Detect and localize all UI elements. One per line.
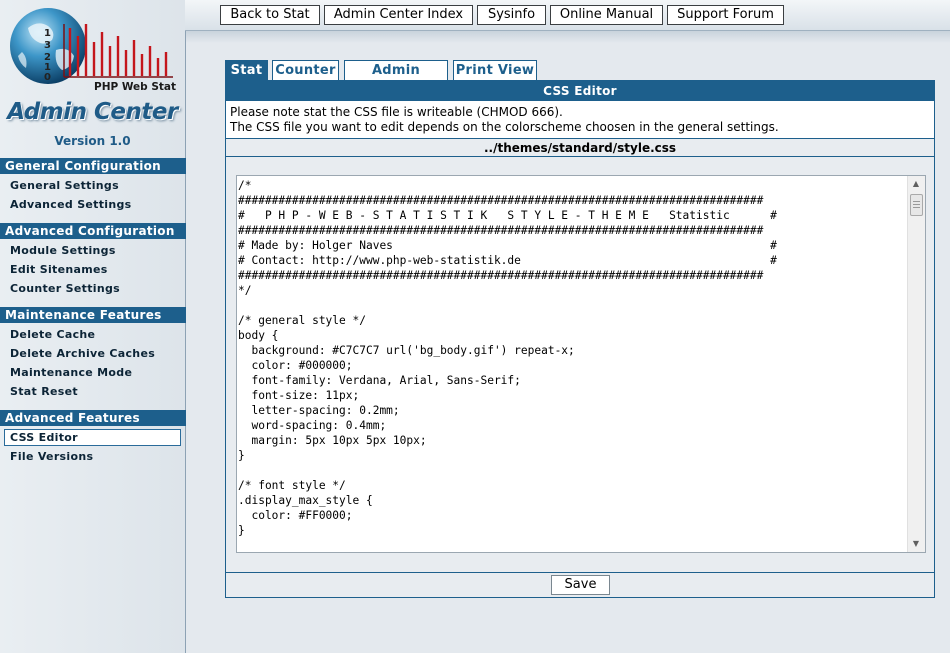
sidebar-item-counter-settings[interactable]: Counter Settings — [4, 280, 181, 297]
admin-center-title: Admin Center — [7, 99, 178, 125]
sidebar-item-delete-archive-caches[interactable]: Delete Archive Caches — [4, 345, 181, 362]
css-editor-panel: CSS Editor Please note stat the CSS file… — [225, 80, 935, 598]
code-line: body { — [238, 329, 279, 342]
editor-container: /* ######################################… — [226, 157, 934, 573]
php-web-stat-logo[interactable]: 1 3 2 1 0 PHP Web Stat — [8, 6, 178, 98]
logo-caption: PHP Web Stat — [94, 81, 176, 93]
code-line: } — [238, 449, 245, 462]
sysinfo-button[interactable]: Sysinfo — [477, 5, 546, 25]
code-line: color: #000000; — [238, 359, 353, 372]
code-line: background: #C7C7C7 url('bg_body.gif') r… — [238, 344, 575, 357]
logo-digit: 0 — [44, 72, 51, 83]
sidebar-item-module-settings[interactable]: Module Settings — [4, 242, 181, 259]
sidebar: 1 3 2 1 0 PHP Web Stat Admin Center Vers… — [0, 0, 192, 653]
code-line: word-spacing: 0.4mm; — [238, 419, 387, 432]
writeable-notice: Please note stat the CSS file is writeab… — [226, 101, 934, 139]
css-file-path: ../themes/standard/style.css — [226, 139, 934, 157]
nav-header-general-configuration: General Configuration — [0, 158, 192, 174]
editor-scrollbar[interactable]: ▲ ▼ — [907, 176, 925, 552]
code-line: # P H P - W E B - S T A T I S T I K S T … — [238, 209, 777, 222]
code-line: ########################################… — [238, 224, 764, 237]
code-line: # Contact: http://www.php-web-statistik.… — [238, 254, 777, 267]
sidebar-item-delete-cache[interactable]: Delete Cache — [4, 326, 181, 343]
code-line: # Made by: Holger Naves # — [238, 239, 777, 252]
code-line: font-family: Verdana, Arial, Sans-Serif; — [238, 374, 521, 387]
code-line: .display_max_style { — [238, 494, 373, 507]
main-top-shadow — [186, 31, 950, 43]
admin-center-index-button[interactable]: Admin Center Index — [324, 5, 473, 25]
tab-stat[interactable]: Stat — [225, 60, 268, 80]
version-label: Version 1.0 — [54, 134, 131, 148]
code-line: /* — [238, 179, 252, 192]
nav-header-advanced-configuration: Advanced Configuration — [0, 223, 192, 239]
code-line: /* general style */ — [238, 314, 366, 327]
nav-header-maintenance-features: Maintenance Features — [0, 307, 192, 323]
tab-counter[interactable]: Counter — [272, 60, 339, 80]
scroll-up-arrow-icon[interactable]: ▲ — [908, 176, 924, 192]
nav-header-advanced-features: Advanced Features — [0, 410, 192, 426]
notice-line: The CSS file you want to edit depends on… — [230, 120, 779, 134]
sidebar-item-file-versions[interactable]: File Versions — [4, 448, 181, 465]
css-code-content[interactable]: /* ######################################… — [237, 176, 907, 552]
sidebar-item-general-settings[interactable]: General Settings — [4, 177, 181, 194]
scrollbar-thumb[interactable] — [910, 194, 923, 216]
back-to-stat-button[interactable]: Back to Stat — [220, 5, 320, 25]
sidebar-item-css-editor[interactable]: CSS Editor — [4, 429, 181, 446]
panel-title: CSS Editor — [226, 81, 934, 101]
support-forum-button[interactable]: Support Forum — [667, 5, 784, 25]
notice-line: Please note stat the CSS file is writeab… — [230, 105, 563, 119]
logo-digit: 3 — [44, 40, 51, 51]
code-line: margin: 5px 10px 5px 10px; — [238, 434, 427, 447]
code-line: letter-spacing: 0.2mm; — [238, 404, 400, 417]
logo-graphic: 1 3 2 1 0 PHP Web Stat — [10, 8, 176, 93]
tab-print-view[interactable]: Print View — [453, 60, 537, 80]
code-line: ########################################… — [238, 194, 764, 207]
code-line: color: #FF0000; — [238, 509, 353, 522]
save-button[interactable]: Save — [551, 575, 610, 595]
code-line: ########################################… — [238, 269, 764, 282]
sidebar-item-edit-sitenames[interactable]: Edit Sitenames — [4, 261, 181, 278]
online-manual-button[interactable]: Online Manual — [550, 5, 663, 25]
code-line: */ — [238, 284, 252, 297]
sidebar-item-advanced-settings[interactable]: Advanced Settings — [4, 196, 181, 213]
scroll-down-arrow-icon[interactable]: ▼ — [908, 536, 924, 552]
sidebar-item-stat-reset[interactable]: Stat Reset — [4, 383, 181, 400]
tab-admin-center[interactable]: Admin Center — [344, 60, 448, 97]
code-line: font-size: 11px; — [238, 389, 360, 402]
sidebar-item-maintenance-mode[interactable]: Maintenance Mode — [4, 364, 181, 381]
code-line: /* font style */ — [238, 479, 346, 492]
css-code-textarea[interactable]: /* ######################################… — [236, 175, 926, 553]
logo-digit: 1 — [44, 28, 51, 39]
code-line: } — [238, 524, 245, 537]
